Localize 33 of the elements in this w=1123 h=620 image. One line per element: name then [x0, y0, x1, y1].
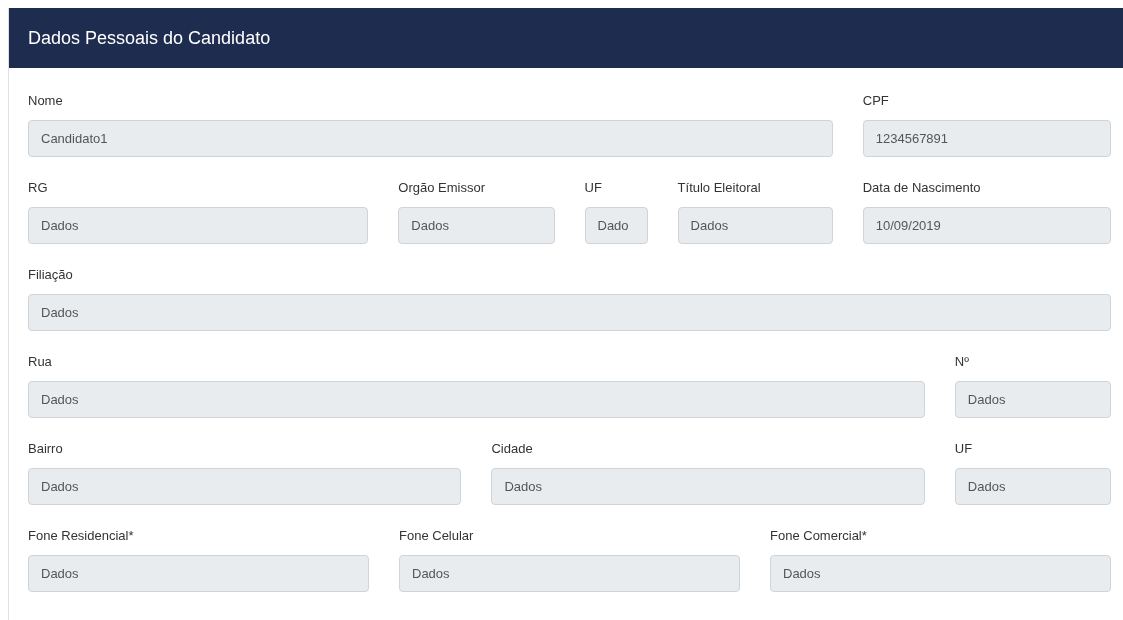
input-field[interactable]: Dados: [28, 207, 369, 244]
field-label: Filiação: [28, 267, 74, 282]
input-field[interactable]: Dado: [584, 207, 648, 244]
field-label: Fone Celular: [399, 528, 475, 543]
field-label: UF: [954, 441, 974, 456]
input-field[interactable]: Dados: [28, 294, 1111, 331]
field-label: Título Eleitoral: [677, 180, 762, 195]
field-label: Nome: [28, 93, 64, 108]
input-field[interactable]: Dados: [399, 555, 740, 592]
field-label: Nº: [954, 354, 970, 369]
field-label: Rua: [28, 354, 53, 369]
input-field[interactable]: Candidato1: [28, 120, 833, 157]
input-field[interactable]: Dados: [491, 468, 925, 505]
input-field[interactable]: Dados: [677, 207, 833, 244]
input-field[interactable]: Dados: [954, 381, 1111, 418]
input-field[interactable]: Dados: [28, 555, 369, 592]
field-label: Data de Nascimento: [862, 180, 982, 195]
field-label: Cidade: [491, 441, 534, 456]
field-label: RG: [28, 180, 49, 195]
input-field[interactable]: Dados: [770, 555, 1111, 592]
input-field[interactable]: Dados: [28, 468, 462, 505]
field-label: Bairro: [28, 441, 64, 456]
input-field[interactable]: Dados: [954, 468, 1111, 505]
field-label: UF: [584, 180, 603, 195]
field-label: Orgão Emissor: [398, 180, 487, 195]
panel-title: Dados Pessoais do Candidato: [28, 27, 271, 49]
field-label: Fone Comercial*: [770, 528, 868, 543]
input-field[interactable]: 10/09/2019: [862, 207, 1111, 244]
input-field[interactable]: Dados: [28, 381, 925, 418]
input-field[interactable]: Dados: [398, 207, 555, 244]
field-label: Fone Residencial*: [28, 528, 135, 543]
field-label: CPF: [862, 93, 890, 108]
input-field[interactable]: 1234567891: [862, 120, 1111, 157]
